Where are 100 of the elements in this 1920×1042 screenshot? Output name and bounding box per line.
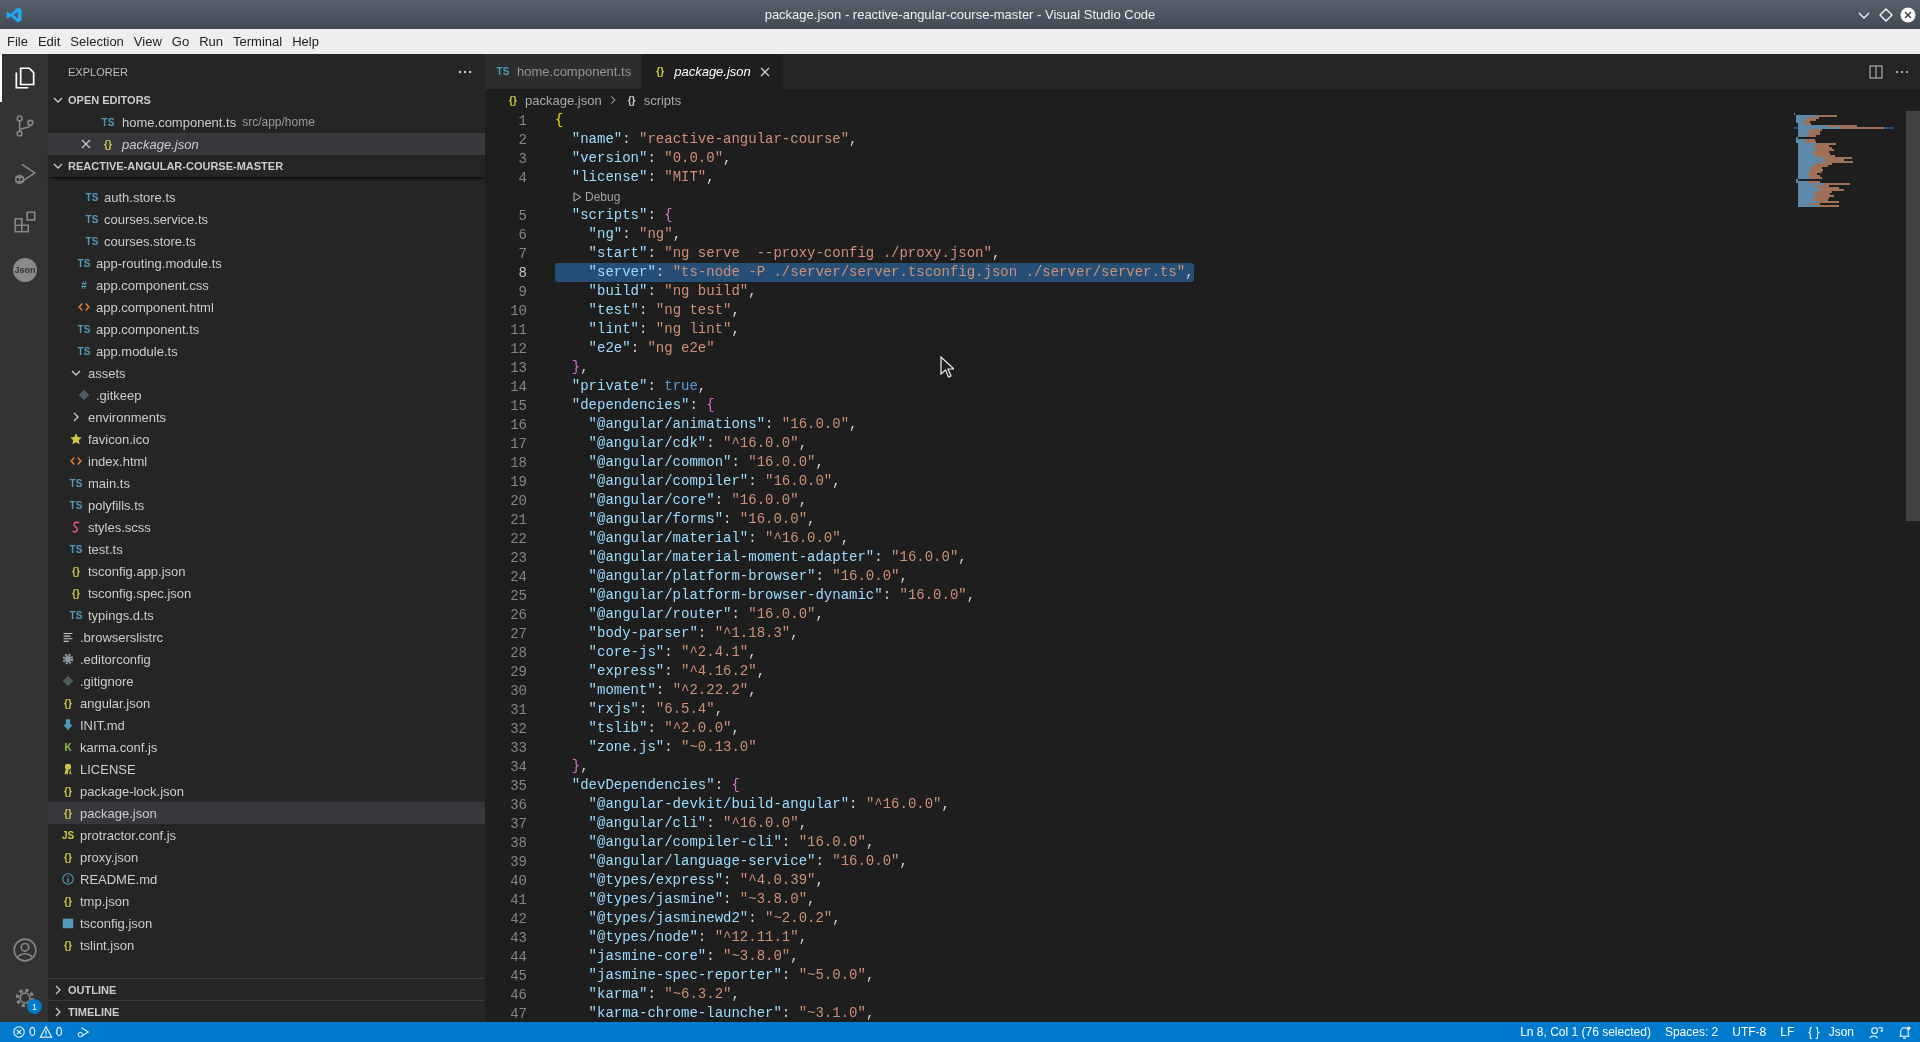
tree-item[interactable]: LICENSE — [48, 758, 485, 780]
tree-item[interactable]: .gitignore — [48, 670, 485, 692]
menu-item[interactable]: Run — [194, 34, 228, 49]
tree-item[interactable]: {} tmp.json — [48, 890, 485, 912]
tree-item[interactable]: .browserslistrc — [48, 626, 485, 648]
open-editor-item[interactable]: TS home.component.ts src/app/home — [48, 111, 485, 133]
tree-item[interactable]: {} tsconfig.app.json — [48, 560, 485, 582]
menu-item[interactable]: Edit — [32, 34, 66, 49]
language-mode-button[interactable]: { } Json — [1808, 1025, 1854, 1039]
tree-item[interactable]: {} package-lock.json — [48, 780, 485, 802]
menu-item[interactable]: Help — [287, 34, 324, 49]
open-editor-item[interactable]: {} package.json — [48, 133, 485, 155]
tree-item[interactable]: .gitkeep — [48, 384, 485, 406]
braces-file-icon: {} — [100, 138, 116, 150]
code-line: "core-js": "^2.4.1", — [587, 643, 757, 662]
line-number: 43 — [509, 929, 527, 946]
tree-item[interactable]: TS app.module.ts — [48, 340, 485, 362]
tree-item[interactable]: {} tslint.json — [48, 934, 485, 956]
scrollbar[interactable] — [1906, 111, 1920, 521]
tree-item[interactable]: {} tsconfig.spec.json — [48, 582, 485, 604]
star-icon — [69, 432, 83, 446]
tree-item[interactable]: {} angular.json — [48, 692, 485, 714]
tree-item[interactable]: assets — [48, 362, 485, 384]
debug-codelens[interactable]: Debug — [571, 189, 621, 204]
line-number: 44 — [509, 948, 527, 965]
tree-item[interactable]: app.component.html — [48, 296, 485, 318]
status-item[interactable]: Ln 8, Col 1 (76 selected) — [1520, 1025, 1651, 1039]
menu-item[interactable]: File — [2, 34, 33, 49]
split-editor-icon[interactable] — [1868, 63, 1884, 80]
play-icon — [571, 190, 583, 203]
line-number: 38 — [509, 834, 527, 851]
file-name: index.html — [88, 453, 148, 469]
close-icon[interactable] — [1900, 6, 1916, 23]
tree-item[interactable]: INIT.md — [48, 714, 485, 736]
tree-item[interactable]: JS protractor.conf.js — [48, 824, 485, 846]
minimap-drawing[interactable] — [1794, 111, 1894, 207]
tree-item[interactable]: {} package.json — [48, 802, 485, 824]
tree-item[interactable]: TS courses.service.ts — [48, 208, 485, 230]
line-number: 45 — [509, 967, 527, 984]
code-line: "rxjs": "6.5.4", — [587, 700, 724, 719]
tree-item[interactable]: TS polyfills.ts — [48, 494, 485, 516]
tree-item[interactable]: TS courses.store.ts — [48, 230, 485, 252]
angle-brackets-icon — [77, 300, 91, 314]
tree-item[interactable]: TS auth.store.ts — [48, 186, 485, 208]
code-line: "body-parser": "^1.18.3", — [587, 624, 799, 643]
account-icon — [12, 937, 38, 963]
menu-item[interactable]: View — [128, 34, 167, 49]
tree-item[interactable]: TS test.ts — [48, 538, 485, 560]
tree-item[interactable]: TS typings.d.ts — [48, 604, 485, 626]
editor-tab[interactable]: {} package.json — [642, 54, 784, 89]
editor-tab[interactable]: TS home.component.ts — [485, 54, 643, 89]
tree-item[interactable]: favicon.ico — [48, 428, 485, 450]
tree-item[interactable]: tsconfig.json — [48, 912, 485, 934]
section-header[interactable]: REACTIVE-ANGULAR-COURSE-MASTER — [48, 155, 485, 177]
section-header[interactable]: OUTLINE — [48, 978, 485, 1000]
line-number: 12 — [509, 340, 527, 357]
menu-item[interactable]: Terminal — [228, 34, 288, 49]
code-line: "karma": "~6.3.2", — [587, 985, 740, 1004]
section-header[interactable]: OPEN EDITORS — [48, 89, 485, 111]
status-item[interactable]: LF — [1780, 1025, 1795, 1039]
tree-item[interactable]: environments — [48, 406, 485, 428]
ts-file-icon: TS — [76, 257, 92, 269]
breadcrumb-item[interactable]: package.json — [525, 92, 602, 108]
file-name: package.json — [122, 136, 199, 152]
tree-item[interactable]: {} proxy.json — [48, 846, 485, 868]
tree-item[interactable]: TS main.ts — [48, 472, 485, 494]
tree-item[interactable]: K karma.conf.js — [48, 736, 485, 758]
problems-status[interactable]: 0 0 — [12, 1025, 63, 1039]
line-number: 30 — [509, 682, 527, 699]
ts-file-icon: TS — [68, 543, 84, 555]
tree-item[interactable]: # app.component.css — [48, 274, 485, 296]
code-line: "@angular/router": "16.0.0", — [587, 605, 824, 624]
ts-file-icon: TS — [100, 116, 116, 128]
tree-item[interactable]: TS app.component.ts — [48, 318, 485, 340]
file-name: polyfills.ts — [88, 497, 145, 513]
tree-item[interactable]: styles.scss — [48, 516, 485, 538]
code-line: "@angular/cdk": "^16.0.0", — [587, 434, 808, 453]
line-number: 11 — [509, 321, 527, 338]
line-number: 37 — [509, 815, 527, 832]
menu-item[interactable]: Go — [166, 34, 195, 49]
tree-item[interactable]: README.md — [48, 868, 485, 890]
activity-bar-item[interactable]: 1 — [0, 974, 48, 1022]
menu-item[interactable]: Selection — [65, 34, 129, 49]
maximize-icon[interactable] — [1878, 6, 1894, 23]
diamond-icon — [61, 674, 75, 688]
tree-item[interactable]: .editorconfig — [48, 648, 485, 670]
run-debug-icon[interactable] — [76, 1025, 91, 1039]
file-name: assets — [88, 365, 126, 381]
code-line: "@angular/material": "^16.0.0", — [587, 529, 850, 548]
status-item[interactable]: Spaces: 2 — [1664, 1025, 1719, 1039]
activity-bar-item[interactable]: Json — [0, 246, 48, 294]
feedback-icon[interactable] — [1868, 1024, 1883, 1040]
tree-item[interactable]: index.html — [48, 450, 485, 472]
status-item[interactable]: UTF-8 — [1732, 1025, 1767, 1039]
bell-icon[interactable] — [1897, 1024, 1912, 1040]
code-line: "name": "reactive-angular-course", — [570, 130, 858, 149]
breadcrumb-item[interactable]: scripts — [643, 92, 682, 108]
code-line: "start": "ng serve --proxy-config ./proxy.json", — [587, 244, 1001, 263]
braces-file-icon: {} — [60, 851, 76, 863]
tree-item[interactable]: TS app-routing.module.ts — [48, 252, 485, 274]
